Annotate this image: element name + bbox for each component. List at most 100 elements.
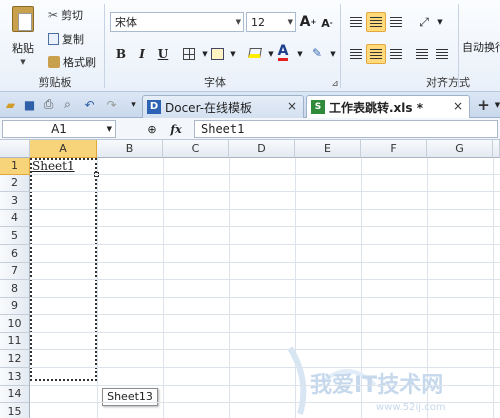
chevron-down-icon[interactable]: ▼ [291, 45, 309, 63]
align-left-button[interactable] [346, 44, 366, 64]
row-header[interactable]: 7 [0, 263, 30, 280]
font-color-button[interactable]: A [274, 43, 292, 61]
grid-line [30, 297, 500, 298]
column-header[interactable]: A [30, 140, 97, 158]
clipboard-icon [12, 6, 34, 32]
fx-icon: fx [170, 122, 182, 136]
insert-function-button[interactable]: fx [166, 121, 186, 137]
name-box[interactable]: A1 ▼ [2, 120, 116, 138]
align-right-button[interactable] [386, 44, 406, 64]
group-divider [340, 4, 341, 88]
bold-button[interactable]: B [112, 45, 130, 63]
column-header[interactable]: C [163, 140, 229, 158]
customize-toolbar-icon[interactable]: ▾ [126, 97, 141, 112]
undo-icon[interactable]: ↶ [82, 97, 97, 112]
save-icon[interactable]: ■ [22, 97, 37, 112]
align-center-icon [370, 49, 382, 59]
align-center-button[interactable] [366, 44, 386, 64]
open-folder-icon[interactable]: ▰ [3, 97, 18, 112]
grid-line [30, 349, 500, 350]
paint-bucket-icon [248, 48, 262, 58]
zoom-lookup-icon[interactable]: ⊕ [144, 121, 160, 137]
grid-line [97, 158, 98, 418]
align-bottom-button[interactable] [386, 12, 406, 32]
borders-icon [183, 48, 195, 60]
font-name-select[interactable]: 宋体 ▼ [110, 12, 244, 32]
decrease-indent-button[interactable] [412, 44, 432, 64]
row-header[interactable]: 13 [0, 368, 30, 386]
paste-button[interactable]: 粘贴 ▼ [4, 4, 42, 70]
align-middle-button[interactable] [366, 12, 386, 32]
column-header[interactable]: G [427, 140, 493, 158]
docer-logo-icon: D [147, 100, 161, 114]
bold-icon: B [115, 47, 127, 61]
column-header[interactable] [493, 140, 500, 158]
print-icon[interactable]: ⎙ [41, 97, 56, 112]
row-header[interactable]: 3 [0, 192, 30, 210]
row-header[interactable]: 11 [0, 333, 30, 350]
tab-workbook[interactable]: S 工作表跳转.xls * × [306, 95, 470, 118]
grow-font-icon: A [299, 14, 311, 30]
row-header[interactable]: 14 [0, 386, 30, 403]
grow-font-button[interactable]: A + [299, 13, 317, 31]
print-preview-icon[interactable]: ⌕ [60, 97, 75, 112]
copy-button[interactable]: 复制 [48, 30, 84, 48]
chevron-down-icon: ▼ [235, 18, 241, 26]
align-top-button[interactable] [346, 12, 366, 32]
increase-indent-button[interactable] [432, 44, 452, 64]
format-painter-button[interactable]: 格式刷 [48, 53, 96, 71]
shrink-font-button[interactable]: A- [318, 14, 336, 32]
font-size-value: 12 [251, 15, 265, 29]
column-header[interactable]: B [97, 140, 163, 158]
grid-line [163, 158, 164, 418]
watermark-wing [287, 346, 307, 415]
watermark-url: www.52ij.com [376, 402, 446, 413]
close-icon[interactable]: × [287, 99, 297, 113]
tab-docer[interactable]: D Docer-在线模板 × [142, 95, 304, 118]
new-tab-icon[interactable]: + [476, 96, 491, 114]
cell-a1[interactable]: Sheet1 [32, 159, 75, 173]
copy-icon [48, 33, 59, 45]
cut-button[interactable]: ✂ 剪切 [48, 6, 83, 24]
row-header[interactable]: 10 [0, 315, 30, 333]
grid-line [30, 226, 500, 227]
row-header[interactable]: 8 [0, 280, 30, 298]
italic-button[interactable]: I [133, 45, 151, 63]
font-size-select[interactable]: 12 ▼ [246, 12, 296, 32]
spreadsheet-grid[interactable]: A B C D E F G Sheet1 Sheet13 我爱IT技术网 www… [0, 140, 500, 418]
row-header[interactable]: 15 [0, 403, 30, 418]
underline-button[interactable]: U [154, 45, 172, 63]
column-header[interactable]: E [295, 140, 361, 158]
align-middle-icon [370, 17, 382, 27]
dialog-launcher-icon[interactable]: ⊿ [326, 74, 344, 92]
column-header[interactable]: F [361, 140, 427, 158]
copy-label: 复制 [62, 33, 84, 46]
align-left-icon [350, 49, 362, 59]
cut-label: 剪切 [61, 9, 84, 22]
formula-input[interactable]: Sheet1 [194, 120, 498, 138]
row-header[interactable]: 4 [0, 210, 30, 227]
chevron-down-icon: ▼ [20, 58, 26, 66]
row-header[interactable]: 1 [0, 158, 30, 175]
alignment-group-label: 对齐方式 [426, 76, 470, 89]
clipboard-group-label: 剪贴板 [38, 76, 72, 89]
formula-value: Sheet1 [201, 122, 245, 136]
row-header[interactable]: 9 [0, 298, 30, 315]
select-all-corner[interactable] [0, 140, 30, 158]
redo-icon[interactable]: ↷ [104, 97, 119, 112]
chevron-down-icon[interactable]: ▼ [430, 12, 450, 32]
watermark-logo: 我爱IT技术网 www.52ij.com [287, 346, 446, 415]
row-header[interactable]: 2 [0, 175, 30, 192]
close-icon[interactable]: × [453, 99, 463, 113]
row-header[interactable]: 5 [0, 227, 30, 245]
row-header[interactable]: 6 [0, 245, 30, 263]
font-name-value: 宋体 [115, 16, 137, 29]
grid-line [30, 244, 500, 245]
wrap-text-button[interactable]: 自动换行 [462, 38, 500, 56]
column-header[interactable]: D [229, 140, 295, 158]
chevron-down-icon[interactable]: ▼ [224, 45, 242, 63]
grid-line [30, 402, 500, 403]
chevron-down-icon[interactable]: ▼ [490, 97, 500, 112]
row-header[interactable]: 12 [0, 350, 30, 368]
eraser-icon: ✎ [311, 46, 323, 60]
